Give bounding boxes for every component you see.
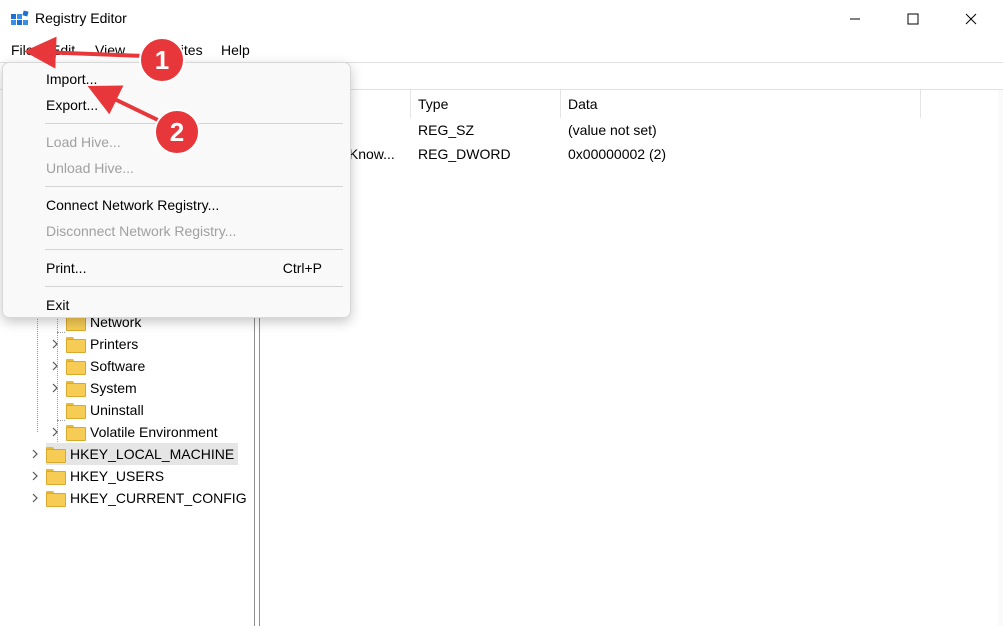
chevron-right-icon[interactable]	[48, 381, 62, 395]
menu-view[interactable]: View	[95, 42, 125, 58]
menu-item-print[interactable]: Print... Ctrl+P	[3, 256, 350, 280]
file-menu-dropdown: Import... Export... Load Hive... Unload …	[2, 62, 351, 318]
tree-item-hkey-local-machine[interactable]: HKEY_LOCAL_MACHINE	[28, 443, 239, 465]
annotation-number-1: 1	[154, 44, 170, 75]
row-0-type[interactable]: REG_SZ	[418, 122, 474, 138]
maximize-icon	[907, 13, 919, 25]
tree-item-hkey-users[interactable]: HKEY_USERS	[28, 465, 164, 487]
menu-separator	[45, 286, 343, 287]
chevron-right-icon[interactable]	[48, 425, 62, 439]
folder-icon	[46, 469, 66, 485]
tree-item-volatile-environment[interactable]: Volatile Environment	[48, 421, 218, 443]
menu-item-connect-network-registry[interactable]: Connect Network Registry...	[3, 193, 350, 217]
menu-separator	[45, 186, 343, 187]
column-header-type[interactable]: Type	[411, 90, 561, 118]
minimize-icon	[850, 18, 860, 20]
tree-item-system[interactable]: System	[48, 377, 137, 399]
folder-icon	[66, 337, 86, 353]
values-pane: Type Data REG_SZ (value not set) stKnow.…	[259, 90, 1003, 626]
column-header-data[interactable]: Data	[561, 90, 921, 118]
menu-file[interactable]: File	[11, 42, 34, 58]
chevron-right-icon[interactable]	[48, 359, 62, 373]
registry-icon	[11, 10, 29, 25]
row-0-data[interactable]: (value not set)	[568, 122, 657, 138]
close-button[interactable]	[942, 0, 1000, 38]
chevron-right-icon[interactable]	[48, 337, 62, 351]
annotation-number-2: 2	[169, 116, 185, 147]
vertical-scrollbar[interactable]	[998, 90, 1003, 626]
close-icon	[965, 13, 977, 25]
folder-icon	[66, 403, 86, 419]
row-1-data[interactable]: 0x00000002 (2)	[568, 146, 666, 162]
title-bar: Registry Editor	[0, 0, 1003, 38]
chevron-right-icon[interactable]	[28, 469, 42, 483]
folder-icon	[46, 447, 66, 463]
tree-item-software[interactable]: Software	[48, 355, 145, 377]
row-1-type[interactable]: REG_DWORD	[418, 146, 511, 162]
menu-help[interactable]: Help	[221, 42, 250, 58]
print-shortcut: Ctrl+P	[282, 260, 322, 276]
chevron-right-icon[interactable]	[28, 491, 42, 505]
tree-item-printers[interactable]: Printers	[48, 333, 138, 355]
menu-edit[interactable]: Edit	[51, 42, 75, 58]
folder-icon	[46, 491, 66, 507]
folder-icon	[66, 359, 86, 375]
menu-item-exit[interactable]: Exit	[3, 293, 350, 317]
minimize-button[interactable]	[826, 0, 884, 38]
window-title: Registry Editor	[35, 10, 127, 26]
menu-item-disconnect-network-registry: Disconnect Network Registry...	[46, 223, 237, 239]
chevron-right-icon[interactable]	[28, 447, 42, 461]
tree-item-uninstall[interactable]: Uninstall	[48, 399, 144, 421]
tree-item-hkey-current-config[interactable]: HKEY_CURRENT_CONFIG	[28, 487, 247, 509]
folder-icon	[66, 381, 86, 397]
menu-separator	[45, 249, 343, 250]
maximize-button[interactable]	[884, 0, 942, 38]
menu-item-unload-hive: Unload Hive...	[46, 160, 134, 176]
folder-icon	[66, 425, 86, 441]
